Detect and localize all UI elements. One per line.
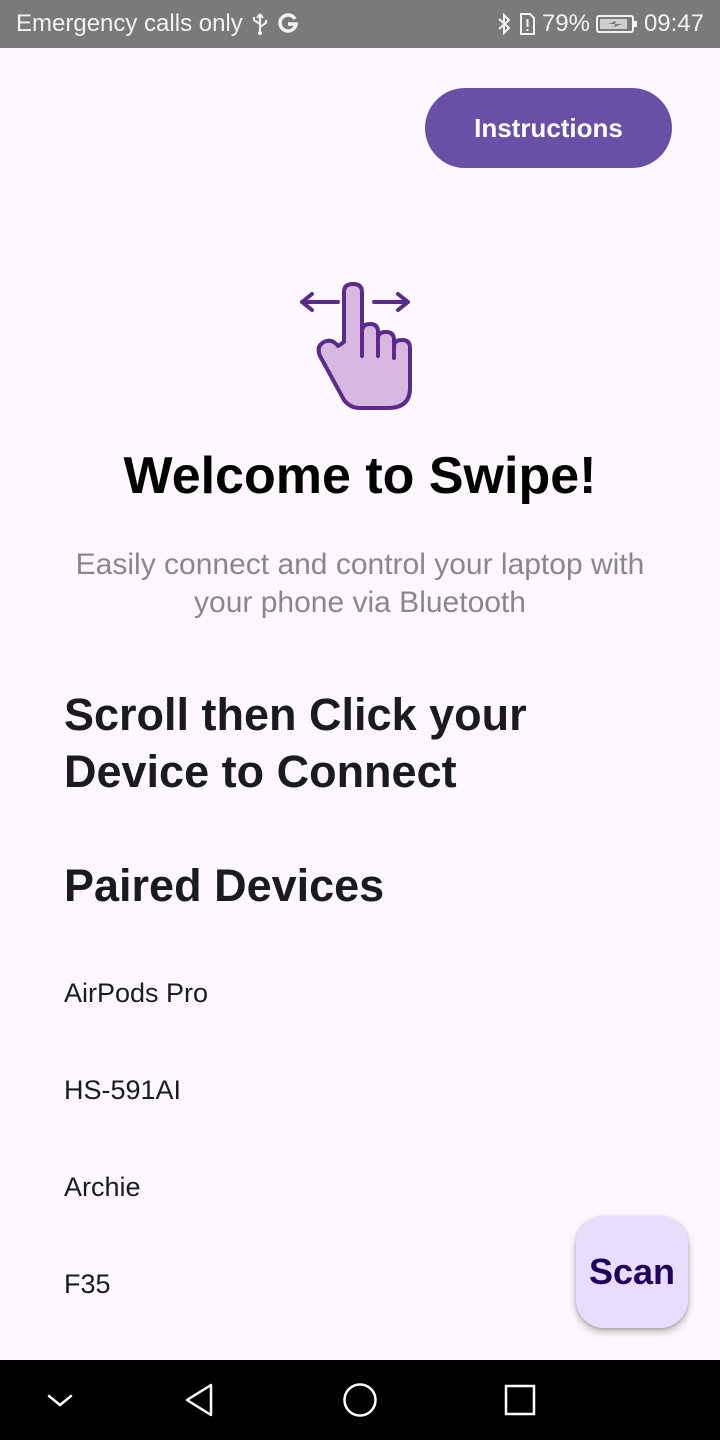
battery-charging-icon xyxy=(595,13,638,35)
welcome-subtitle: Easily connect and control your laptop w… xyxy=(75,548,645,619)
app-screen: Emergency calls only 79% 09:47 Instructi… xyxy=(0,0,720,1440)
usb-icon xyxy=(251,12,269,36)
scan-button[interactable]: Scan xyxy=(576,1216,688,1328)
welcome-title: Welcome to Swipe! xyxy=(123,447,597,505)
scroll-prompt-heading: Scroll then Click your Device to Connect xyxy=(64,689,527,797)
device-item-airpods-pro[interactable]: AirPods Pro xyxy=(0,945,720,1042)
google-icon xyxy=(277,13,299,35)
carrier-text: Emergency calls only xyxy=(16,10,243,37)
navigation-bar xyxy=(0,1360,720,1440)
swipe-hand-icon xyxy=(296,276,424,416)
home-icon[interactable] xyxy=(320,1360,400,1440)
paired-devices-heading: Paired Devices xyxy=(64,860,385,911)
nav-collapse-icon[interactable] xyxy=(20,1360,100,1440)
instructions-button[interactable]: Instructions xyxy=(425,88,672,168)
bluetooth-icon xyxy=(496,12,512,36)
clock: 09:47 xyxy=(643,10,704,37)
sim-alert-icon xyxy=(518,12,536,36)
battery-percent: 79% xyxy=(541,10,590,37)
status-bar: Emergency calls only 79% 09:47 xyxy=(0,0,720,48)
device-item-hs-591ai[interactable]: HS-591AI xyxy=(0,1042,720,1139)
back-icon[interactable] xyxy=(160,1360,240,1440)
recents-icon[interactable] xyxy=(480,1360,560,1440)
